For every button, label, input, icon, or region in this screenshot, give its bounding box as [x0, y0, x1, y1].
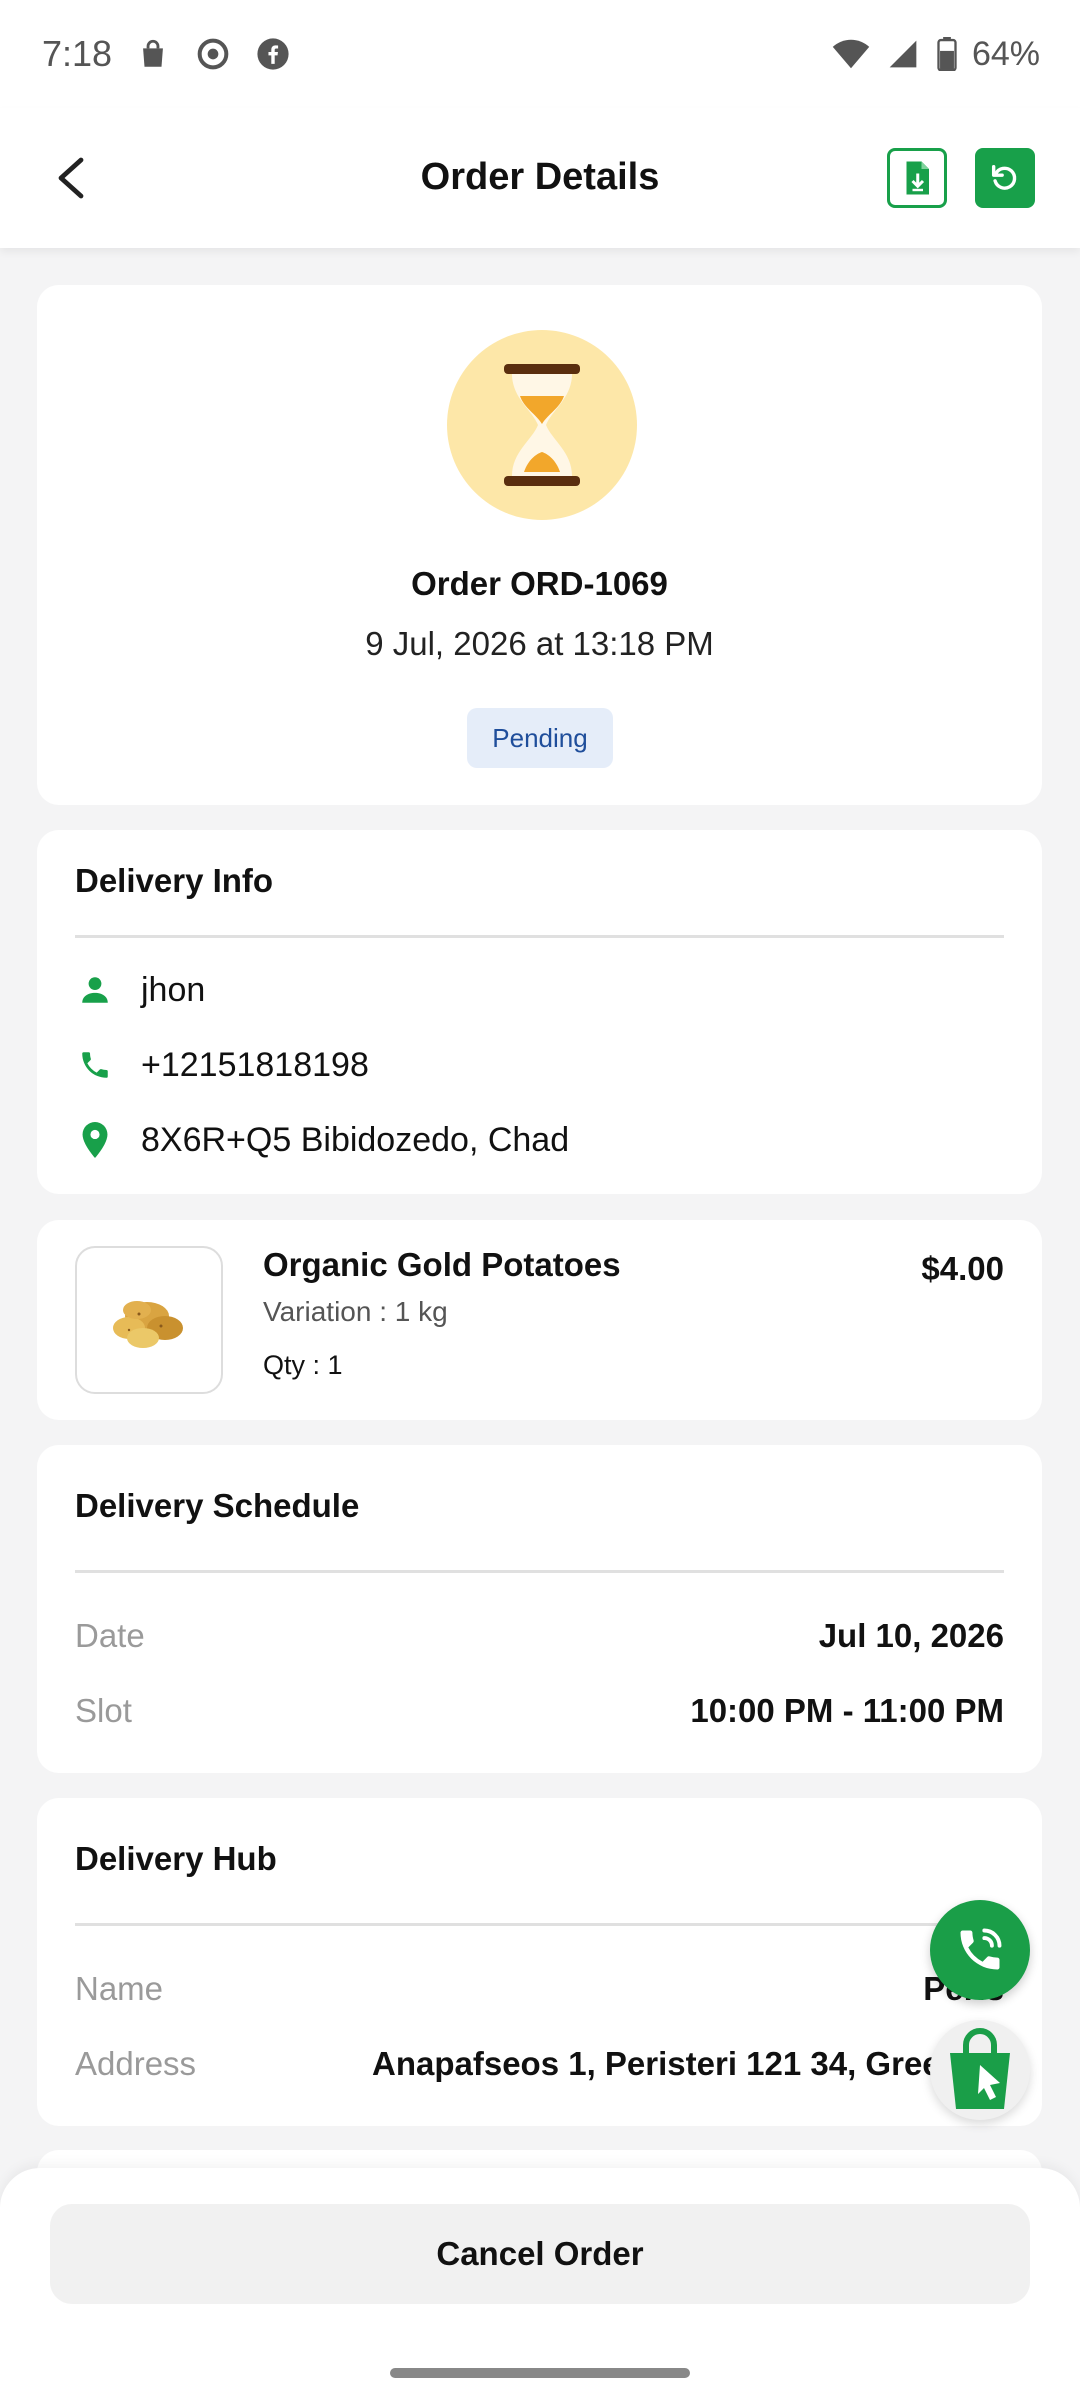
order-id: Order ORD-1069 [411, 565, 668, 602]
hourglass-icon [447, 330, 637, 520]
status-time: 7:18 [42, 33, 113, 74]
product-image [75, 1246, 223, 1394]
schedule-slot-label: Slot [75, 1692, 132, 1729]
product-price: $4.00 [921, 1250, 1004, 1287]
invoice-download-icon [906, 161, 929, 195]
chrome-icon [194, 35, 232, 73]
status-left: 7:18 [42, 33, 292, 75]
status-right: 64% [832, 35, 1040, 74]
battery-icon [936, 35, 958, 73]
order-date: 9 Jul, 2026 at 13:18 PM [365, 625, 714, 662]
schedule-date-value: Jul 10, 2026 [818, 1617, 1004, 1654]
order-item-card[interactable]: Organic Gold Potatoes Variation : 1 kg Q… [37, 1220, 1042, 1420]
hub-name-label: Name [75, 1970, 164, 2007]
delivery-hub-title: Delivery Hub [75, 1840, 277, 1877]
cancel-order-button[interactable]: Cancel Order [50, 2204, 1030, 2304]
customer-phone: +12151818198 [141, 1045, 369, 1084]
status-badge: Pending [467, 708, 613, 768]
status-bar: 7:18 64% [0, 0, 1080, 108]
schedule-slot-value: 10:00 PM - 11:00 PM [690, 1692, 1004, 1729]
signal-icon [884, 35, 922, 73]
hub-address-value: Anapafseos 1, Peristeri 121 34, Greece [372, 2045, 978, 2082]
customer-name-row: jhon [75, 970, 205, 1010]
product-variation: Variation : 1 kg [263, 1296, 448, 1327]
customer-address: 8X6R+Q5 Bibidozedo, Chad [141, 1120, 570, 1159]
facebook-icon [254, 35, 292, 73]
refresh-button[interactable] [975, 148, 1035, 208]
schedule-date-label: Date [75, 1617, 145, 1654]
location-pin-icon [75, 1120, 115, 1160]
wifi-icon [832, 35, 870, 73]
product-quantity: Qty : 1 [263, 1350, 343, 1380]
order-summary-card: Order ORD-1069 9 Jul, 2026 at 13:18 PM P… [37, 285, 1042, 805]
call-support-button[interactable] [930, 1900, 1030, 2000]
battery-percent: 64% [971, 34, 1040, 73]
shopping-cart-cursor-icon [950, 2028, 1010, 2109]
app-bar: Order Details [0, 108, 1080, 248]
product-name: Organic Gold Potatoes [263, 1246, 621, 1283]
phone-icon [75, 1045, 115, 1085]
delivery-schedule-title: Delivery Schedule [75, 1487, 360, 1524]
delivery-schedule-card: Delivery Schedule Date Jul 10, 2026 Slot… [37, 1445, 1042, 1773]
home-indicator[interactable] [390, 2368, 690, 2378]
hub-address-label: Address [75, 2045, 197, 2082]
divider [75, 1923, 1004, 1926]
phone-call-icon [960, 1928, 1002, 1970]
delivery-info-title: Delivery Info [75, 862, 274, 899]
person-icon [75, 970, 115, 1010]
invoice-download-button[interactable] [887, 148, 947, 208]
customer-phone-row: +12151818198 [75, 1045, 369, 1085]
divider [75, 1570, 1004, 1573]
bottom-action-sheet: Cancel Order [0, 2168, 1080, 2400]
delivery-hub-card: Delivery Hub Name Peris Address Anapafse… [37, 1798, 1042, 2126]
shop-button[interactable] [930, 2020, 1030, 2120]
delivery-info-card: Delivery Info jhon +12151818198 8X6R+Q5 … [37, 830, 1042, 1194]
divider [75, 935, 1004, 938]
refresh-icon [991, 164, 1017, 190]
shopping-bag-icon [134, 35, 172, 73]
customer-address-row: 8X6R+Q5 Bibidozedo, Chad [75, 1120, 569, 1160]
customer-name: jhon [141, 970, 206, 1009]
